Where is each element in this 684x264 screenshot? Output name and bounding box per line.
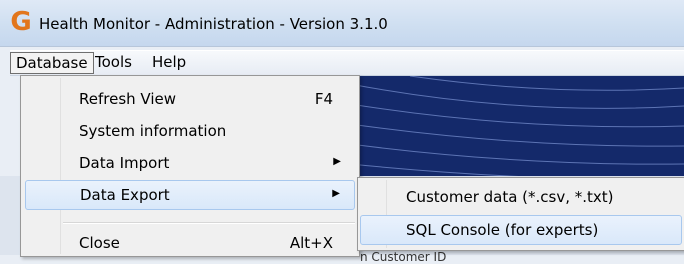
partial-column-header: n Customer ID bbox=[360, 250, 447, 264]
menu-item-label: Data Export bbox=[80, 186, 170, 204]
menu-item-sql-console[interactable]: SQL Console (for experts) bbox=[360, 215, 682, 245]
shortcut-label: F4 bbox=[314, 90, 333, 108]
window-title: Health Monitor - Administration - Versio… bbox=[39, 15, 388, 33]
menu-item-label: Refresh View bbox=[79, 90, 177, 108]
menu-tools[interactable]: Tools bbox=[90, 51, 137, 73]
database-dropdown-menu: Refresh View F4 System information Data … bbox=[20, 75, 360, 257]
menu-item-data-export[interactable]: Data Export ▶ bbox=[25, 180, 355, 210]
menu-item-label: Customer data (*.csv, *.txt) bbox=[406, 188, 614, 206]
menu-item-label: Data Import bbox=[79, 154, 170, 172]
submenu-arrow-icon: ▶ bbox=[333, 156, 341, 167]
data-export-submenu: Customer data (*.csv, *.txt) SQL Console… bbox=[357, 177, 684, 251]
menu-item-customer-data[interactable]: Customer data (*.csv, *.txt) bbox=[360, 182, 682, 212]
menu-item-label: Close bbox=[79, 234, 120, 252]
submenu-arrow-icon: ▶ bbox=[332, 188, 340, 199]
menu-bar: Database Tools Help bbox=[10, 50, 684, 76]
menu-database[interactable]: Database bbox=[10, 52, 94, 74]
title-bar: G Health Monitor - Administration - Vers… bbox=[0, 0, 684, 47]
menu-item-data-import[interactable]: Data Import ▶ bbox=[23, 148, 355, 178]
background-graphic bbox=[350, 76, 684, 176]
menu-item-close[interactable]: Close Alt+X bbox=[23, 228, 355, 258]
menu-item-label: System information bbox=[79, 122, 227, 140]
menu-item-label: SQL Console (for experts) bbox=[406, 221, 599, 239]
menu-item-system-information[interactable]: System information bbox=[23, 116, 355, 146]
menu-separator bbox=[63, 222, 355, 224]
shortcut-label: Alt+X bbox=[289, 234, 333, 252]
curved-lines-graphic bbox=[350, 76, 684, 176]
menu-item-refresh-view[interactable]: Refresh View F4 bbox=[23, 84, 355, 114]
menu-help[interactable]: Help bbox=[147, 51, 191, 73]
app-logo-icon: G bbox=[10, 7, 32, 37]
